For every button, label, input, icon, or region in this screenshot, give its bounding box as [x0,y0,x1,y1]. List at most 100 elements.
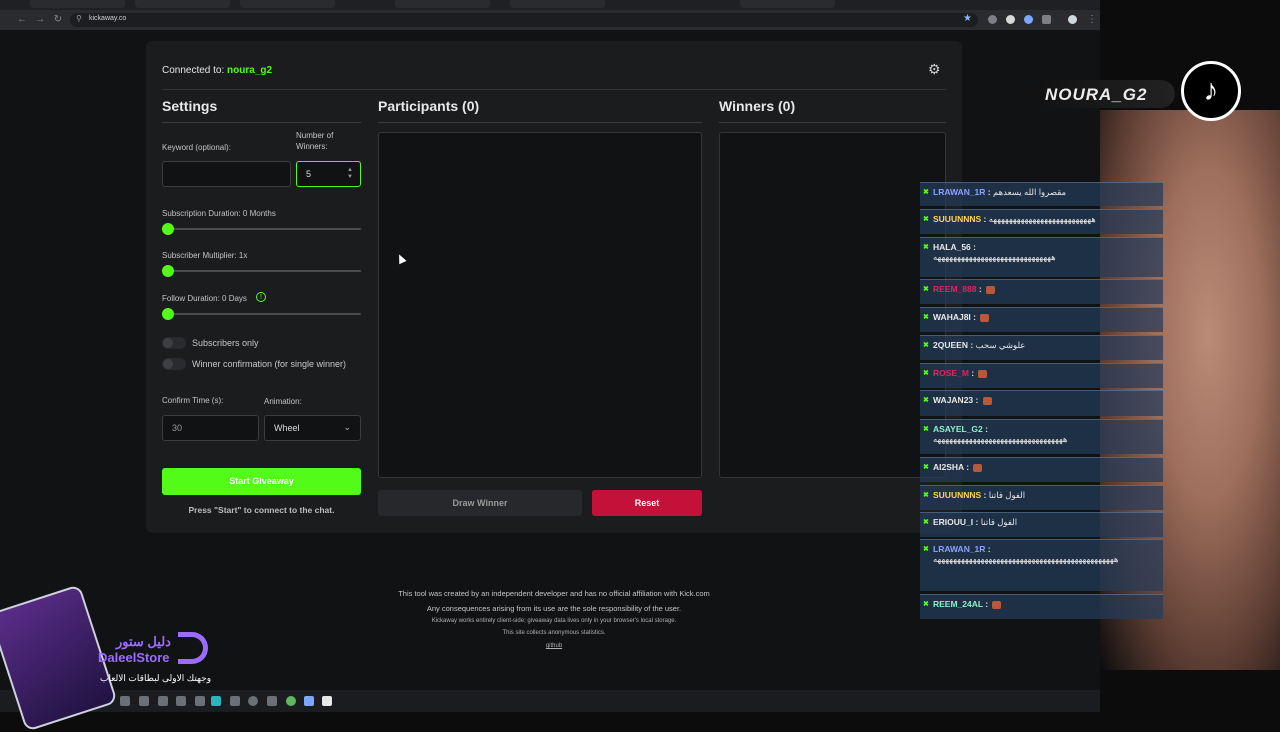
taskbar-app-icon[interactable] [230,696,240,706]
github-link[interactable]: github [300,643,808,649]
stepper-arrows-icon[interactable]: ▲ ▼ [347,167,353,181]
chat-text: علوشي سحب [975,340,1026,350]
winners-number-input[interactable]: 5 ▲ ▼ [296,161,361,187]
extension-icon[interactable] [1006,15,1015,24]
animation-label: Animation: [264,397,302,406]
browser-tab[interactable] [240,0,335,8]
chat-username: AI2SHA [933,462,964,472]
chevron-down-icon: ⌄ [343,422,351,432]
subscriber-multiplier-slider[interactable] [162,265,361,277]
channel-name: noura_g2 [227,65,273,76]
footer-stats-note: This site collects anonymous statistics. [502,630,606,636]
subscribers-only-label: Subscribers only [192,338,259,348]
draw-winner-button[interactable]: Draw Winner [378,490,582,516]
chat-separator: : [967,340,976,350]
winners-title: Winners (0) [719,98,796,114]
animation-select[interactable]: Wheel ⌄ [264,415,361,441]
info-icon[interactable]: ! [256,292,266,302]
taskbar [0,690,1100,712]
chat-separator: : [981,490,989,500]
chat-message: ✖ WAHAJ8I : [920,307,1163,332]
chat-message: ✖ SUUUNNNS : الفول فاتنا [920,485,1163,510]
participants-list[interactable] [378,132,702,478]
taskbar-app-icon[interactable] [211,696,221,706]
confirm-time-input[interactable]: 30 [162,415,259,441]
taskbar-app-icon[interactable] [322,696,332,706]
start-giveaway-button[interactable]: Start Giveaway [162,468,361,495]
reset-button[interactable]: Reset [592,490,702,516]
footer-responsibility: Any consequences arising from its use ar… [426,604,682,613]
browser-tab[interactable] [30,0,125,8]
slider-handle[interactable] [162,308,174,320]
start-hint: Press "Start" to connect to the chat. [188,505,335,515]
emote-icon [986,285,996,294]
taskbar-app-icon[interactable] [176,696,186,706]
taskbar-app-icon[interactable] [286,696,296,706]
bookmark-star-icon[interactable]: ★ [963,13,972,24]
address-bar[interactable]: ⚲ kickaway.co ★ [70,13,978,27]
browser-tab[interactable] [135,0,230,8]
winner-confirmation-label: Winner confirmation (for single winner) [192,359,347,369]
extension-icon[interactable] [988,15,997,24]
divider [719,122,946,123]
chat-text: الفول فاتنا [988,490,1026,500]
subscribers-only-toggle[interactable] [162,337,186,349]
slider-track [162,270,361,272]
kick-badge-icon: ✖ [923,244,929,251]
reload-icon[interactable]: ↻ [52,13,64,27]
subscription-duration-slider[interactable] [162,223,361,235]
browser-tab[interactable] [510,0,605,8]
taskbar-app-icon[interactable] [139,696,149,706]
emote-icon [992,600,1002,609]
chat-separator: : [976,284,985,294]
keyword-label: Keyword (optional): [162,143,231,152]
winner-confirmation-toggle[interactable] [162,358,186,370]
back-icon[interactable]: ← [16,13,28,27]
taskbar-app-icon[interactable] [158,696,168,706]
kick-badge-icon: ✖ [923,492,929,499]
winners-list[interactable] [719,132,946,478]
site-info-icon[interactable]: ⚲ [76,14,82,23]
chat-username: REEM_24AL [933,599,983,609]
slider-handle[interactable] [162,265,174,277]
chat-separator: : [968,368,977,378]
taskbar-app-icon[interactable] [248,696,258,706]
chat-username: ERIOUU_I [933,517,974,527]
chat-message: ✖ REEM_24AL : [920,594,1163,619]
chat-username: HALA_56 [933,242,971,252]
chat-message: ✖ ERIOUU_I : الفول فاتنا [920,512,1163,537]
slider-track [162,313,361,315]
settings-title: Settings [162,98,218,114]
extensions-puzzle-icon[interactable] [1042,15,1051,24]
chat-username: ASAYEL_G2 [933,424,983,434]
extension-icon[interactable] [1024,15,1033,24]
connected-label: Connected to: [162,65,225,76]
kick-badge-icon: ✖ [923,216,929,223]
taskbar-app-icon[interactable] [304,696,314,706]
footer-storage-note: Kickaway works entirely client-side; giv… [431,618,677,624]
slider-handle[interactable] [162,223,174,235]
chat-separator: : [982,424,988,434]
chat-message: ✖ LRAWAN_1R : مقصروا الله يسعدهم [920,182,1163,206]
taskbar-app-icon[interactable] [120,696,130,706]
kick-badge-icon: ✖ [923,342,929,349]
chat-message: ✖ ASAYEL_G2 : ههههههههههههههههههههههههههه… [920,419,1163,454]
profile-avatar[interactable] [1068,15,1077,24]
browser-tab[interactable] [740,0,835,8]
gear-icon[interactable]: ⚙ [928,62,942,76]
browser-tab[interactable] [395,0,490,8]
follow-duration-slider[interactable] [162,308,361,320]
browser-menu-icon[interactable]: ⋮ [1086,13,1098,27]
taskbar-app-icon[interactable] [267,696,277,706]
keyword-input[interactable] [162,161,291,187]
forward-icon[interactable]: → [34,13,46,27]
kick-badge-icon: ✖ [923,189,929,196]
emote-icon [980,313,990,322]
winners-value: 5 [306,169,312,179]
kick-badge-icon: ✖ [923,370,929,377]
chat-separator: : [985,544,991,554]
tiktok-logo-icon: ♪ [1181,61,1241,121]
chat-separator: : [963,462,972,472]
chat-message: ✖ ROSE_M : [920,363,1163,388]
taskbar-app-icon[interactable] [195,696,205,706]
